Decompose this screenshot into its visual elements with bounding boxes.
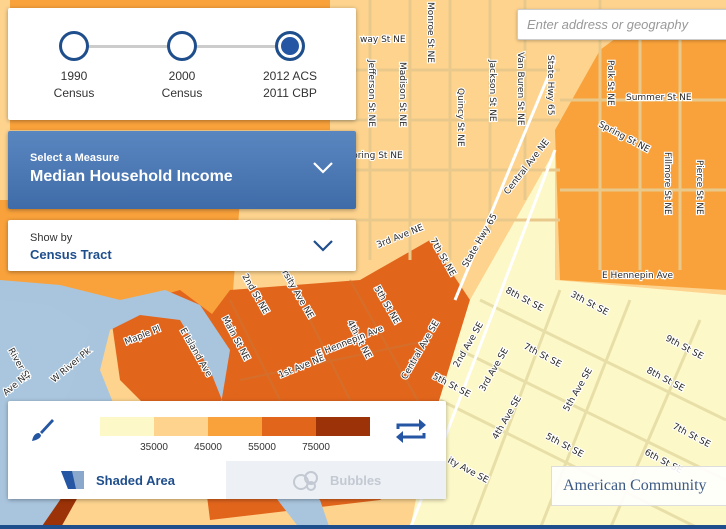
svg-text:Quincy St NE: Quincy St NE	[455, 88, 465, 147]
tab-bubbles[interactable]: Bubbles	[226, 461, 446, 499]
svg-text:Fillmore St NE: Fillmore St NE	[662, 152, 672, 215]
legend-swatch	[100, 417, 154, 436]
timeline-stop-2012[interactable]: 2012 ACS 2011 CBP	[225, 31, 355, 102]
chevron-down-icon[interactable]	[312, 239, 334, 253]
svg-text:Jackson St NE: Jackson St NE	[487, 59, 497, 122]
legend-color-scale	[100, 417, 370, 436]
legend-break-label: 35000	[140, 442, 168, 453]
timeline-label: 2012 ACS 2011 CBP	[262, 69, 318, 100]
tab-shaded-label: Shaded Area	[96, 472, 175, 488]
legend-swatch	[208, 417, 262, 436]
bottom-bar	[0, 525, 726, 529]
address-search[interactable]	[517, 9, 726, 40]
search-input[interactable]	[525, 10, 724, 39]
timeline-dot[interactable]	[59, 31, 89, 61]
svg-text:E Hennepin Ave: E Hennepin Ave	[602, 271, 674, 281]
measure-caption: Select a Measure	[30, 152, 120, 164]
svg-text:Polk St NE: Polk St NE	[605, 60, 615, 106]
timeline-dot[interactable]	[167, 31, 197, 61]
measure-select[interactable]: Select a Measure Median Household Income	[8, 131, 356, 209]
timeline-panel: 1990 Census 2000 Census 2012 ACS 2011 CBP	[8, 8, 356, 120]
svg-text:Monroe St NE: Monroe St NE	[425, 2, 435, 63]
chevron-down-icon[interactable]	[312, 161, 334, 175]
legend-panel: 35000 45000 55000 75000 Shaded Area Bubb…	[8, 401, 446, 499]
timeline-dot-active[interactable]	[275, 31, 305, 61]
svg-text:Van Buren St NE: Van Buren St NE	[515, 52, 525, 126]
show-by-caption: Show by	[30, 232, 73, 244]
shaded-area-icon	[61, 471, 84, 489]
svg-text:pring St NE: pring St NE	[352, 151, 403, 161]
svg-text:Jefferson St NE: Jefferson St NE	[366, 59, 376, 127]
brand-text: American Community	[563, 477, 707, 494]
legend-breaks: 35000 45000 55000 75000	[100, 442, 370, 456]
tab-bubbles-label: Bubbles	[330, 472, 382, 488]
svg-text:Summer St NE: Summer St NE	[626, 93, 692, 103]
bubbles-icon	[293, 471, 318, 491]
svg-text:Pierce St NE: Pierce St NE	[694, 160, 704, 215]
svg-text:Madison St NE: Madison St NE	[397, 62, 407, 127]
svg-text:way St NE: way St NE	[360, 35, 406, 45]
svg-text:State Hwy 65: State Hwy 65	[545, 55, 555, 115]
legend-break-label: 45000	[194, 442, 222, 453]
legend-swatch	[316, 417, 370, 436]
show-by-value: Census Tract	[30, 247, 112, 262]
legend-break-label: 75000	[302, 442, 330, 453]
legend-break-label: 55000	[248, 442, 276, 453]
swap-arrows-icon[interactable]	[394, 417, 428, 445]
paintbrush-icon[interactable]	[29, 417, 55, 443]
tab-shaded-area[interactable]: Shaded Area	[8, 461, 226, 499]
legend-swatch	[154, 417, 208, 436]
show-by-select[interactable]: Show by Census Tract	[8, 220, 356, 271]
measure-value: Median Household Income	[30, 168, 233, 185]
legend-swatch	[262, 417, 316, 436]
american-community-logo: American Community	[551, 466, 726, 506]
